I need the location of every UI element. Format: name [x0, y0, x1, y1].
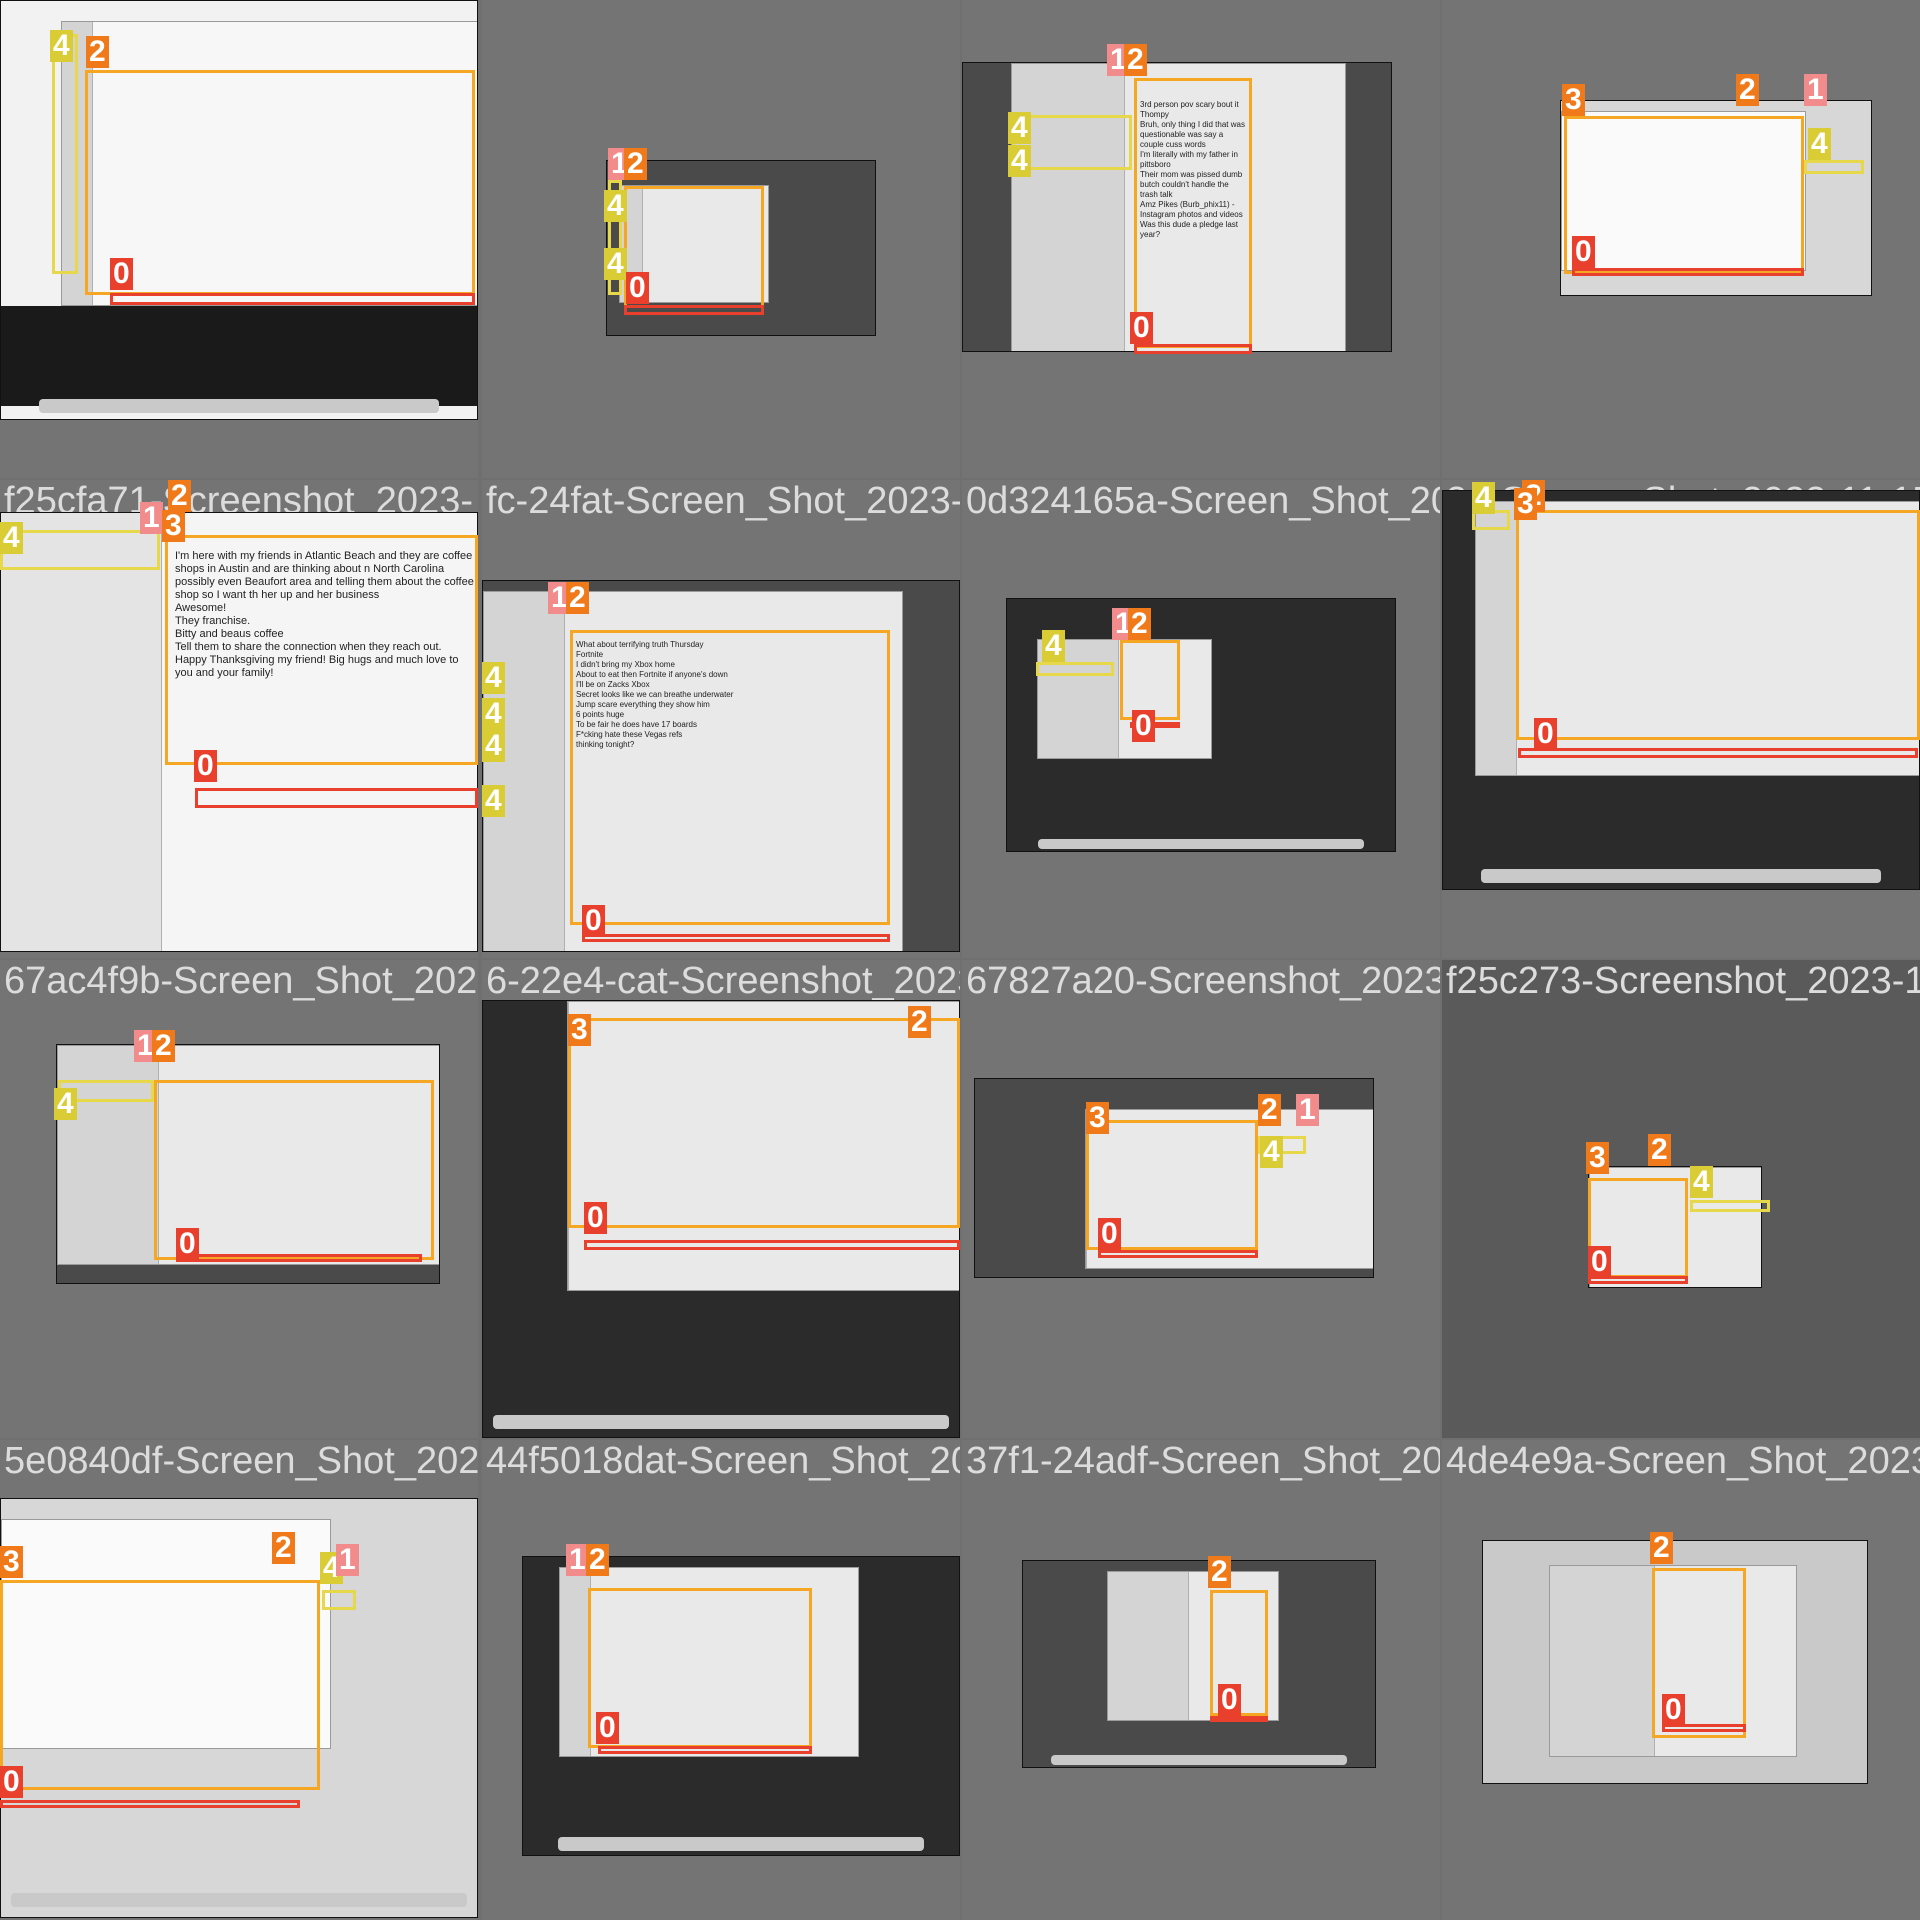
tile-title: 44f5018dat-Screen_Shot_2023-11-09 — [486, 1440, 960, 1482]
label-1: 1 — [140, 502, 163, 534]
label-2: 2 — [1258, 1094, 1281, 1126]
tile-title: fc-24fat-Screen_Shot_2023-11-22_at_9.46.… — [486, 480, 960, 522]
tile-14: 37f1-24adf-Screen_Shot_2023-11-24_at_3.1… — [962, 1440, 1440, 1920]
label-1: 1 — [336, 1544, 359, 1576]
label-0: 0 — [176, 1228, 199, 1260]
label-4: 4 — [50, 30, 73, 62]
label-4: 4 — [604, 190, 627, 222]
label-4: 4 — [0, 522, 23, 554]
tile-4: f25cfa71-Screenshot_2023- I'm here with … — [0, 480, 478, 958]
tile-13: 44f5018dat-Screen_Shot_2023-11-09 1 2 0 — [482, 1440, 960, 1920]
label-4: 4 — [482, 698, 505, 730]
label-2: 2 — [1128, 608, 1151, 640]
label-4: 4 — [54, 1088, 77, 1120]
label-4: 4 — [482, 662, 505, 694]
tile-title: 5e0840df-Screen_Shot_2023-11-09 — [4, 1440, 478, 1482]
label-2: 2 — [1208, 1556, 1231, 1588]
label-2: 2 — [272, 1532, 295, 1564]
label-1: 1 — [1804, 74, 1827, 106]
label-2: 2 — [586, 1544, 609, 1576]
label-0: 0 — [596, 1712, 619, 1744]
dark-desktop — [1, 306, 477, 406]
tile-3: 3 2 1 4 0 — [1442, 0, 1920, 478]
label-0: 0 — [194, 750, 217, 782]
label-4: 4 — [1808, 128, 1831, 160]
label-0: 0 — [1098, 1218, 1121, 1250]
label-2: 2 — [1124, 44, 1147, 76]
label-2: 2 — [168, 480, 191, 512]
label-3: 3 — [162, 510, 185, 542]
tile-7: 3e-Screen_Shot_2023-11-15 2 4 3 0 — [1442, 480, 1920, 958]
label-1: 1 — [1296, 1094, 1319, 1126]
label-0: 0 — [1588, 1246, 1611, 1278]
label-3: 3 — [568, 1014, 591, 1046]
tile-title: 67827a20-Screenshot_2023-11-29 — [966, 960, 1440, 1002]
label-2: 2 — [86, 36, 109, 68]
tile-title: 6-22e4-cat-Screenshot_2023-11-22 — [486, 960, 960, 1002]
label-2: 2 — [566, 582, 589, 614]
tile-15: 4de4e9a-Screen_Shot_2023-11-24_at_11.52 … — [1442, 1440, 1920, 1920]
label-0: 0 — [1572, 236, 1595, 268]
label-0: 0 — [0, 1766, 23, 1798]
chat-content: What about terrifying truth Thursday For… — [576, 640, 734, 749]
label-3: 3 — [1086, 1102, 1109, 1134]
label-4: 4 — [1008, 112, 1031, 144]
label-3: 3 — [1562, 84, 1585, 116]
label-2: 2 — [1736, 74, 1759, 106]
label-0: 0 — [584, 1202, 607, 1234]
tile-title: 37f1-24adf-Screen_Shot_2023-11-24_at_3.1… — [966, 1440, 1440, 1482]
label-4: 4 — [1472, 482, 1495, 514]
tile-10: 67827a20-Screenshot_2023-11-29 3 2 1 4 0 — [962, 960, 1440, 1438]
label-4: 4 — [1690, 1166, 1713, 1198]
label-2: 2 — [1648, 1134, 1671, 1166]
tile-2: 3rd person pov scary bout it Thompy Bruh… — [962, 0, 1440, 478]
label-0: 0 — [1130, 312, 1153, 344]
label-4: 4 — [604, 248, 627, 280]
screenshot-grid: 4 2 0 1 2 4 4 0 3rd person pov scary bou… — [0, 0, 1920, 1920]
tile-8: 67ac4f9b-Screen_Shot_2023-11-22_at_11.03… — [0, 960, 478, 1438]
tile-0: 4 2 0 — [0, 0, 478, 478]
label-3: 3 — [1586, 1142, 1609, 1174]
label-0: 0 — [626, 272, 649, 304]
tile-title: f25c273-Screenshot_2023-11-28_at_9.47.0 — [1446, 960, 1920, 1002]
tile-6: 0d324165a-Screen_Shot_2023-11-22_at_12.0… — [962, 480, 1440, 958]
label-0: 0 — [110, 258, 133, 290]
label-0: 0 — [1534, 718, 1557, 750]
tile-title: 0d324165a-Screen_Shot_2023-11-22_at_12.0… — [966, 480, 1440, 522]
screenshot-14 — [1022, 1560, 1376, 1768]
label-3: 3 — [1514, 488, 1537, 520]
chat-content: I'm here with my friends in Atlantic Bea… — [175, 550, 474, 679]
label-0: 0 — [1662, 1694, 1685, 1726]
tile-9: 6-22e4-cat-Screenshot_2023-11-22 3 2 0 — [482, 960, 960, 1438]
tile-5: fc-24fat-Screen_Shot_2023-11-22_at_9.46.… — [482, 480, 960, 958]
label-4: 4 — [1042, 630, 1065, 662]
tile-title: 67ac4f9b-Screen_Shot_2023-11-22_at_11.03 — [4, 960, 478, 1002]
tile-1: 1 2 4 4 0 — [482, 0, 960, 478]
label-0: 0 — [1218, 1684, 1241, 1716]
label-4: 4 — [482, 785, 505, 817]
tile-11: f25c273-Screenshot_2023-11-28_at_9.47.0 … — [1442, 960, 1920, 1438]
tile-title: 4de4e9a-Screen_Shot_2023-11-24_at_11.52 — [1446, 1440, 1920, 1482]
label-0: 0 — [1132, 710, 1155, 742]
label-2: 2 — [908, 1006, 931, 1038]
label-0: 0 — [582, 905, 605, 937]
label-2: 2 — [1650, 1532, 1673, 1564]
tile-12: 5e0840df-Screen_Shot_2023-11-09 3 2 4 1 … — [0, 1440, 478, 1920]
label-2: 2 — [624, 148, 647, 180]
label-4: 4 — [1260, 1136, 1283, 1168]
label-3: 3 — [0, 1546, 23, 1578]
label-4: 4 — [482, 730, 505, 762]
label-2: 2 — [152, 1030, 175, 1062]
chat-content: 3rd person pov scary bout it Thompy Bruh… — [1140, 100, 1245, 239]
label-4: 4 — [1008, 145, 1031, 177]
